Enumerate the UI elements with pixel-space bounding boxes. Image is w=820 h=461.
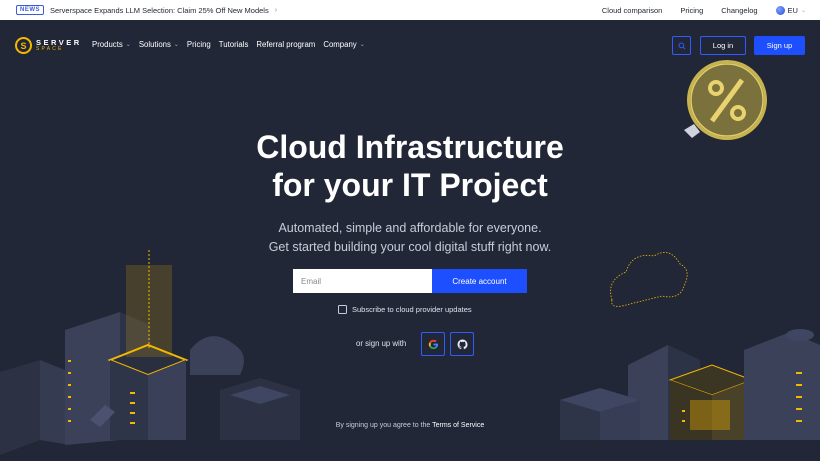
logo-wordmark: SERVER SPACE — [36, 39, 82, 52]
globe-icon — [775, 5, 785, 15]
nav-tutorials-label: Tutorials — [218, 40, 249, 49]
terms-of-service-link[interactable]: Terms of Service — [432, 422, 484, 429]
chevron-right-icon: › — [274, 6, 278, 14]
nav-products[interactable]: Products ⌄ — [92, 40, 131, 49]
nav-company[interactable]: Company ⌄ — [323, 40, 364, 49]
nav-tutorials[interactable]: Tutorials — [219, 40, 249, 49]
logo-line2: SPACE — [36, 45, 64, 52]
hero-title: Cloud Infrastructure for your IT Project — [0, 128, 820, 204]
nav-products-label: Products — [92, 40, 123, 49]
hero-sub-line2: Get started building your cool digital s… — [268, 239, 552, 254]
or-signup-label: or sign up with — [356, 339, 407, 348]
search-button[interactable] — [672, 36, 691, 55]
news-bar[interactable]: NEWS Serverspace Expands LLM Selection: … — [0, 0, 820, 20]
hero-title-line1: Cloud Infrastructure — [256, 129, 564, 165]
hero-sub-line1: Automated, simple and affordable for eve… — [278, 221, 542, 235]
nav-pricing[interactable]: Pricing — [187, 40, 211, 49]
signup-button[interactable]: Sign up — [754, 36, 805, 55]
nav-referral-label: Referral program — [256, 40, 316, 49]
subscribe-label: Subscribe to cloud provider updates — [352, 305, 472, 314]
login-button[interactable]: Log in — [700, 36, 746, 55]
nav-solutions-label: Solutions — [138, 40, 171, 49]
region-selector[interactable]: EU ⌄ — [775, 5, 806, 15]
top-nav: Cloud comparison Pricing Changelog EU ⌄ — [602, 0, 806, 20]
chevron-down-icon: ⌄ — [800, 7, 806, 14]
topnav-cloud-comparison[interactable]: Cloud comparison — [602, 6, 662, 15]
chevron-down-icon: ⌄ — [359, 42, 365, 48]
topnav-pricing[interactable]: Pricing — [680, 6, 703, 15]
nav-pricing-label: Pricing — [186, 40, 211, 49]
cloud-outline — [610, 252, 688, 307]
chevron-down-icon: ⌄ — [173, 42, 179, 48]
logo[interactable]: S SERVER SPACE — [15, 37, 82, 54]
hero-subtitle: Automated, simple and affordable for eve… — [0, 219, 820, 256]
subscribe-option[interactable]: Subscribe to cloud provider updates — [338, 305, 472, 314]
news-badge: NEWS — [16, 5, 44, 15]
nav-referral[interactable]: Referral program — [256, 40, 315, 49]
region-label: EU — [787, 5, 798, 15]
terms-notice: By signing up you agree to the Terms of … — [0, 422, 820, 429]
hero-title-line2: for your IT Project — [272, 167, 548, 203]
search-icon — [677, 41, 686, 50]
subscribe-checkbox[interactable] — [338, 305, 347, 314]
topnav-changelog[interactable]: Changelog — [721, 6, 757, 15]
chevron-down-icon: ⌄ — [125, 42, 131, 48]
nav-company-label: Company — [323, 40, 357, 49]
google-icon — [428, 339, 438, 349]
email-field[interactable] — [293, 269, 432, 293]
news-headline[interactable]: Serverspace Expands LLM Selection: Claim… — [50, 6, 269, 15]
main-nav: Products ⌄ Solutions ⌄ Pricing Tutorials… — [92, 40, 365, 49]
create-account-button[interactable]: Create account — [432, 269, 527, 293]
google-signup-button[interactable] — [421, 332, 445, 356]
terms-prefix: By signing up you agree to the — [335, 422, 433, 429]
github-signup-button[interactable] — [450, 332, 474, 356]
logo-mark: S — [15, 37, 32, 54]
github-icon — [457, 339, 468, 349]
nav-solutions[interactable]: Solutions ⌄ — [139, 40, 179, 49]
